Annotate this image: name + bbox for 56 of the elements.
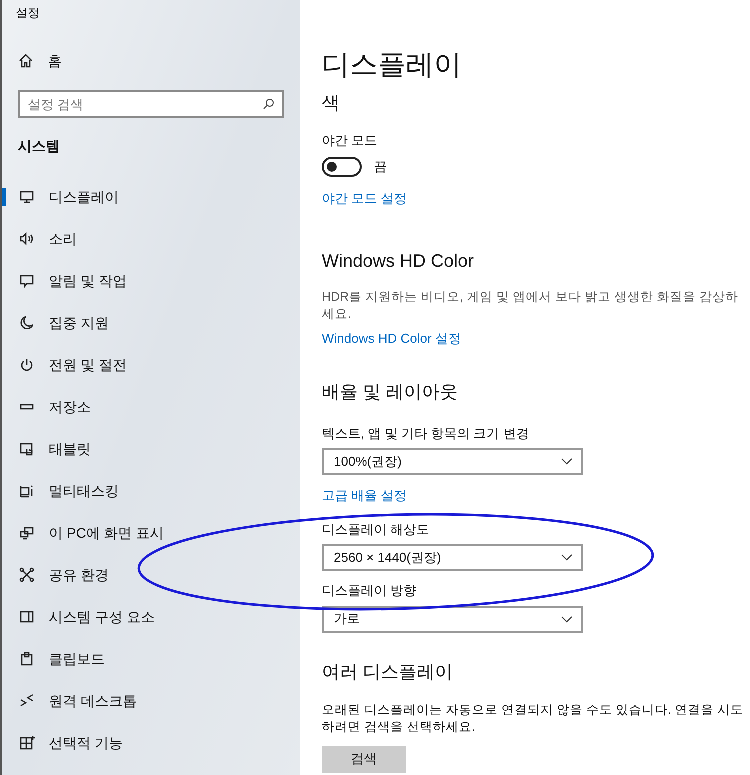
moon-icon — [19, 315, 35, 331]
search-field[interactable]: 설정 검색 — [18, 90, 284, 118]
setting-label: 디스플레이 방향 — [322, 582, 418, 600]
sidebar-item[interactable]: 공유 환경 — [2, 554, 300, 596]
sidebar-item[interactable]: 알림 및 작업 — [2, 260, 300, 302]
sidebar-item[interactable]: 소리 — [2, 218, 300, 260]
setting-label: 야간 모드 — [322, 132, 379, 150]
power-icon — [19, 357, 35, 373]
section-heading: 시스템 — [17, 137, 61, 156]
sidebar-item[interactable]: 집중 지원 — [2, 302, 300, 344]
chevron-down-icon — [561, 458, 573, 465]
sidebar-item[interactable]: 저장소 — [2, 386, 300, 428]
clipboard-icon — [19, 651, 35, 667]
dropdown[interactable]: 100%(권장) — [322, 448, 583, 475]
search-icon — [263, 98, 275, 110]
sidebar-item[interactable]: 클립보드 — [2, 638, 300, 680]
monitor-icon — [19, 189, 35, 205]
window-title: 설정 — [15, 5, 41, 22]
dropdown[interactable]: 2560 × 1440(권장) — [322, 544, 583, 571]
grid-plus-icon — [19, 735, 35, 751]
speech-bubble-icon — [19, 273, 35, 289]
page-title: 디스플레이 — [322, 48, 463, 82]
screen-projection-icon — [19, 525, 35, 541]
sidebar-item[interactable]: 전원 및 절전 — [2, 344, 300, 386]
search-button[interactable]: 검색 — [322, 746, 406, 772]
toggle-status: 끔 — [374, 158, 387, 176]
section-heading: 배율 및 레이아웃 — [322, 380, 460, 404]
setting-label: 텍스트, 앱 및 기타 항목의 크기 변경 — [322, 424, 530, 442]
chevron-down-icon — [561, 554, 573, 561]
chevron-down-icon — [561, 616, 573, 622]
settings-link[interactable]: Windows HD Color 설정 — [322, 329, 462, 348]
home-link[interactable]: 홈 — [2, 46, 300, 76]
sidebar-item[interactable]: 태블릿 — [2, 428, 300, 470]
dropdown[interactable]: 가로 — [322, 606, 583, 632]
toggle-switch[interactable] — [322, 156, 362, 176]
chevrons-icon — [19, 693, 35, 709]
sidebar-item[interactable]: 원격 데스크톱 — [2, 680, 300, 722]
description-text: 오래된 디스플레이는 자동으로 연결되지 않을 수도 있습니다. 연결을 시도하려면 검색을 선택하세요. — [322, 702, 744, 736]
sidebar-item[interactable]: 시스템 구성 요소 — [2, 596, 300, 638]
section-heading: 색 — [322, 92, 341, 115]
panel-icon — [19, 609, 35, 625]
sidebar-item[interactable]: 디스플레이 — [2, 176, 300, 218]
window-stack-icon — [19, 483, 35, 499]
sidebar-item[interactable]: 이 PC에 화면 표시 — [2, 512, 300, 554]
home-icon — [18, 53, 34, 69]
description-text: HDR를 지원하는 비디오, 게임 및 앱에서 보다 밝고 생생한 화질을 감상하세요. — [322, 289, 740, 323]
section-heading: Windows HD Color — [322, 250, 476, 273]
sidebar-item[interactable]: 멀티태스킹 — [2, 470, 300, 512]
settings-link[interactable]: 고급 배율 설정 — [322, 486, 408, 506]
sidebar-item[interactable]: 선택적 기능 — [2, 722, 300, 764]
settings-link[interactable]: 야간 모드 설정 — [322, 188, 408, 208]
section-heading: 여러 디스플레이 — [322, 660, 454, 684]
setting-label: 디스플레이 해상도 — [322, 520, 431, 538]
network-nodes-icon — [19, 567, 35, 583]
tablet-icon — [19, 441, 35, 457]
speaker-icon — [19, 231, 35, 247]
